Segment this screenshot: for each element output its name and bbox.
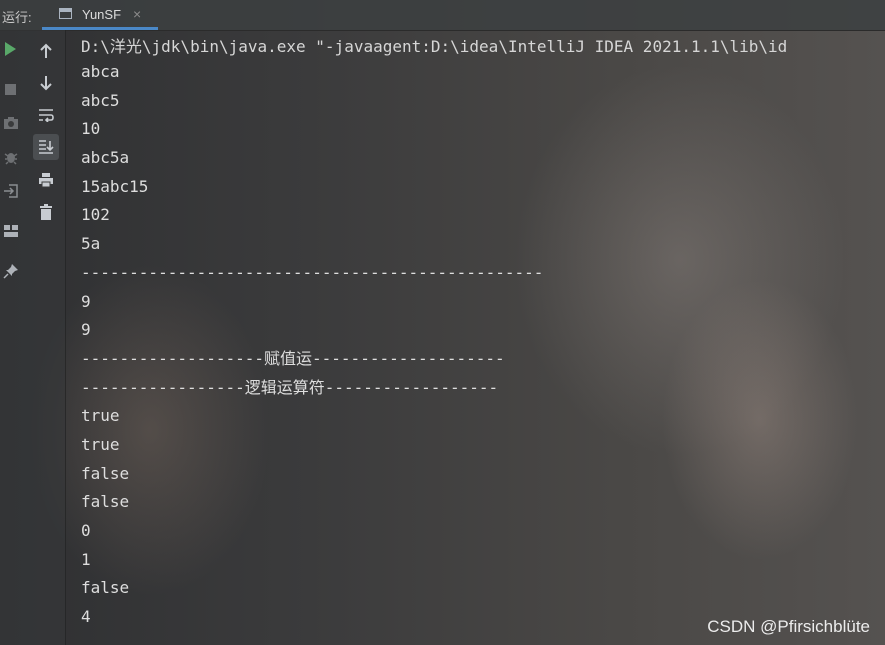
close-icon[interactable]: × [133, 6, 141, 22]
console-line: false [81, 463, 130, 483]
run-label: 运行: [2, 10, 32, 25]
console-line: 10 [81, 119, 101, 139]
console-line: 15abc15 [81, 176, 149, 196]
console-line: abc5 [81, 90, 120, 110]
trash-icon[interactable] [35, 201, 57, 223]
run-toolwindow-header: 运行: YunSF × [0, 0, 885, 31]
console-line: 9 [81, 291, 91, 311]
console-line: ----------------------------------------… [81, 262, 544, 282]
console-line: 1 [81, 549, 91, 569]
console-line: true [81, 406, 120, 426]
login-icon[interactable] [0, 180, 22, 202]
java-command-line: D:\洋光\jdk\bin\java.exe "-javaagent:D:\id… [81, 37, 788, 56]
console-line: -----------------逻辑运算符------------------ [81, 377, 499, 397]
tab-yunsf[interactable]: YunSF × [42, 0, 158, 30]
run-toolbar [0, 30, 66, 645]
arrow-down-icon[interactable] [35, 72, 57, 94]
console-tab-icon [59, 8, 72, 19]
scroll-to-end-icon[interactable] [33, 134, 59, 160]
console-line: 0 [81, 521, 91, 540]
camera-icon[interactable] [0, 112, 22, 134]
pin-icon[interactable] [0, 260, 22, 282]
console-line: 9 [81, 320, 91, 340]
console-line: 5a [81, 234, 101, 254]
console-line: abc5a [81, 148, 130, 168]
console-line: false [81, 492, 130, 512]
csdn-watermark: CSDN @Pfirsichblüte [707, 617, 870, 636]
console-line: 4 [81, 607, 91, 627]
console-line: false [81, 578, 130, 598]
layout-icon[interactable] [0, 220, 22, 242]
console-line: true [81, 434, 120, 454]
console-line: abca [81, 62, 120, 81]
console-output[interactable]: D:\洋光\jdk\bin\java.exe "-javaagent:D:\id… [81, 36, 787, 632]
tab-label: YunSF [82, 7, 122, 22]
bug-icon[interactable] [0, 146, 22, 168]
stop-icon[interactable] [0, 78, 22, 100]
soft-wrap-icon[interactable] [35, 104, 57, 126]
arrow-up-icon[interactable] [35, 40, 57, 62]
console-line: -------------------赋值运------------------… [81, 348, 505, 368]
play-icon[interactable] [0, 38, 22, 60]
console-line: 102 [81, 205, 110, 225]
print-icon[interactable] [35, 169, 57, 191]
